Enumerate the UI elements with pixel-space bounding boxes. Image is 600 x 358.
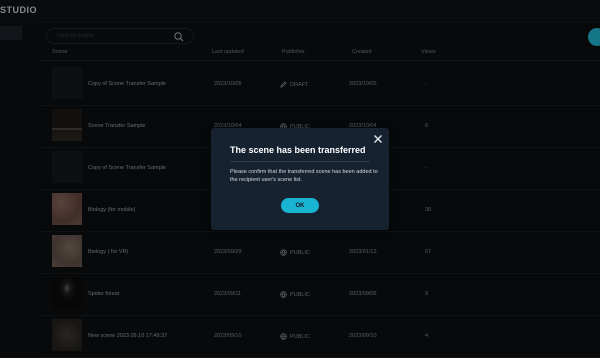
transfer-confirmation-dialog: The scene has been transferred Please co… bbox=[211, 128, 389, 230]
close-icon[interactable] bbox=[371, 132, 385, 146]
ok-button[interactable]: OK bbox=[281, 198, 319, 213]
dialog-message: Please confirm that the transferred scen… bbox=[230, 169, 378, 183]
dialog-title: The scene has been transferred bbox=[230, 145, 366, 155]
dialog-divider bbox=[230, 161, 370, 162]
